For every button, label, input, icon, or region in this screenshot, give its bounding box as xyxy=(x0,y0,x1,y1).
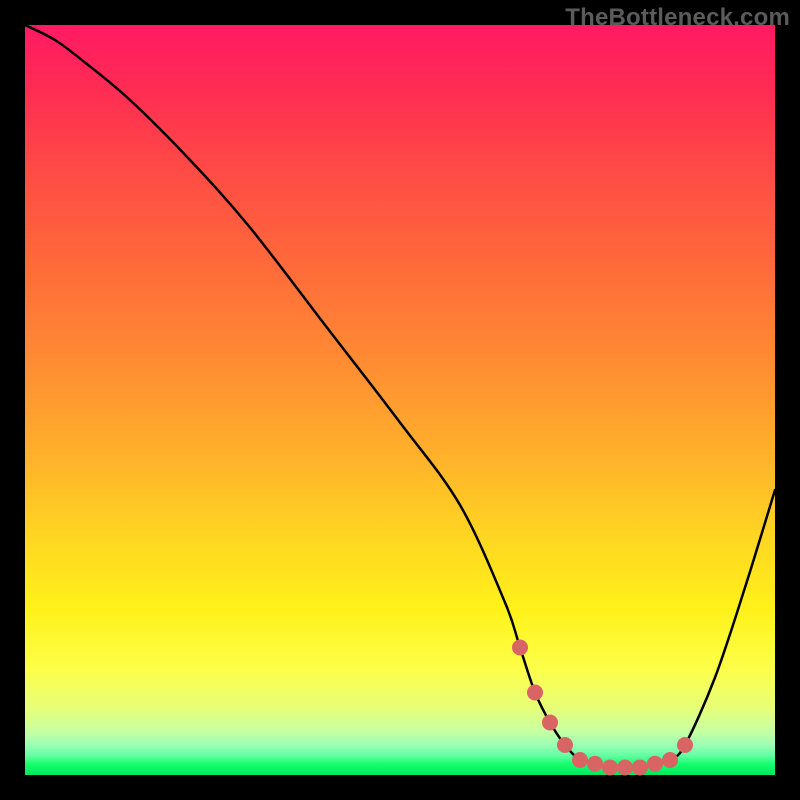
highlight-dot xyxy=(512,640,528,656)
highlight-dot xyxy=(527,685,543,701)
highlight-dots xyxy=(512,640,693,776)
highlight-dot xyxy=(662,752,678,768)
highlight-dot xyxy=(587,756,603,772)
plot-area xyxy=(25,25,775,775)
highlight-dot xyxy=(677,737,693,753)
bottleneck-curve xyxy=(25,25,775,768)
highlight-dot xyxy=(542,715,558,731)
highlight-dot xyxy=(632,760,648,776)
highlight-dot xyxy=(557,737,573,753)
highlight-dot xyxy=(602,760,618,776)
highlight-dot xyxy=(647,756,663,772)
highlight-dot xyxy=(617,760,633,776)
chart-frame: TheBottleneck.com xyxy=(0,0,800,800)
chart-svg xyxy=(25,25,775,775)
highlight-dot xyxy=(572,752,588,768)
